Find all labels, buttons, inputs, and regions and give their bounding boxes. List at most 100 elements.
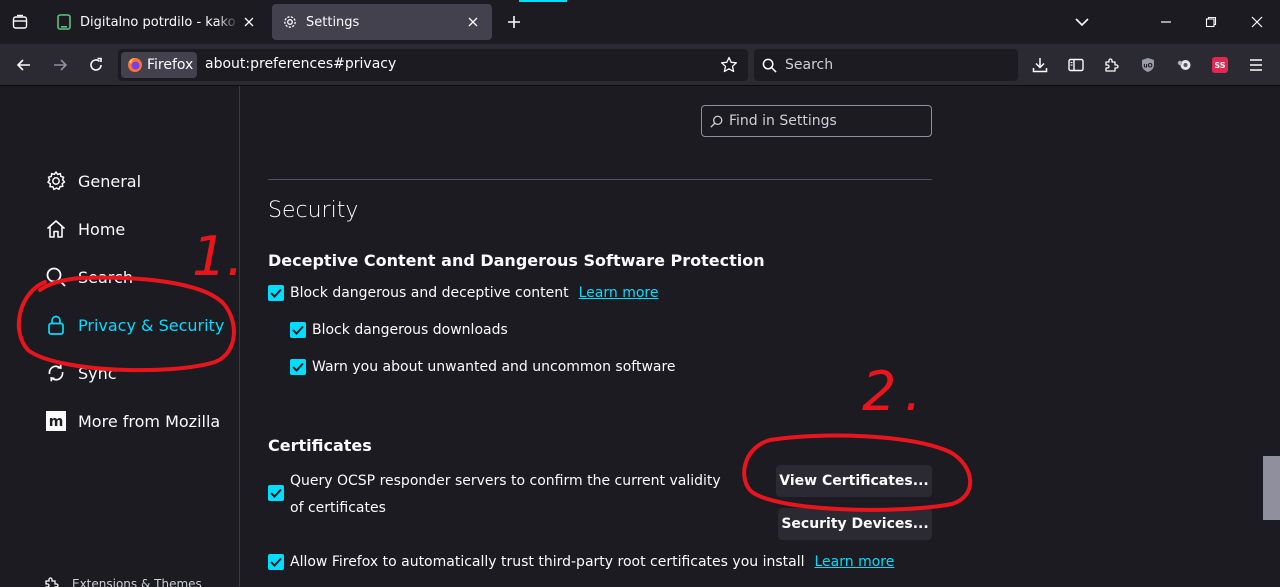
- url-bar[interactable]: Firefox about:preferences#privacy: [118, 49, 748, 81]
- bookmark-star-button[interactable]: [718, 54, 740, 76]
- sidebar-item-general[interactable]: General: [44, 166, 141, 196]
- reload-button[interactable]: [82, 51, 110, 79]
- checkmark-icon: [292, 325, 304, 335]
- checkbox-label[interactable]: Allow Firefox to automatically trust thi…: [290, 554, 805, 570]
- tab-strip: Digitalno potrdilo - kako pravilno Setti…: [0, 0, 1280, 44]
- sidebar-item-label: Extensions & Themes: [72, 577, 202, 587]
- gear-icon: [44, 169, 68, 193]
- search-icon: [762, 58, 777, 73]
- arrow-right-icon: [54, 59, 68, 71]
- sidebar-item-label: Privacy & Security: [78, 315, 225, 335]
- extension-orb-button[interactable]: [1170, 51, 1198, 79]
- sidebar-item-label: Home: [78, 219, 126, 239]
- ocsp-row: Query OCSP responder servers to confirm …: [268, 468, 738, 522]
- ublock-button[interactable]: uO: [1134, 51, 1162, 79]
- close-icon: [1251, 16, 1263, 28]
- checkmark-icon: [270, 488, 282, 498]
- restore-button[interactable]: [1197, 8, 1225, 36]
- back-button[interactable]: [10, 51, 38, 79]
- scrollbar-thumb[interactable]: [1263, 456, 1280, 520]
- checkbox-label[interactable]: Warn you about unwanted and uncommon sof…: [312, 359, 676, 375]
- warn-unwanted-row: Warn you about unwanted and uncommon sof…: [290, 359, 676, 375]
- tab-settings[interactable]: Settings: [272, 4, 492, 40]
- checkbox-label[interactable]: Block dangerous downloads: [312, 322, 508, 338]
- star-icon: [720, 56, 738, 73]
- extensions-button[interactable]: [1098, 51, 1126, 79]
- puzzle-icon: [45, 577, 59, 587]
- deceptive-content-heading: Deceptive Content and Dangerous Software…: [268, 251, 765, 270]
- find-placeholder: Find in Settings: [729, 113, 837, 129]
- tab-title: Settings: [306, 14, 360, 30]
- firefox-view-icon: [12, 14, 28, 29]
- certificates-heading: Certificates: [268, 436, 372, 455]
- page-favicon-icon: [57, 14, 71, 30]
- trust-root-checkbox[interactable]: [268, 554, 284, 570]
- reload-icon: [90, 57, 102, 71]
- security-devices-button[interactable]: Security Devices...: [778, 508, 932, 540]
- block-deceptive-checkbox[interactable]: [268, 285, 284, 301]
- downloads-button[interactable]: [1026, 51, 1054, 79]
- sidebar-item-more-from-mozilla[interactable]: m More from Mozilla: [44, 406, 220, 436]
- identity-label: Firefox: [147, 57, 194, 73]
- sidebar-toggle-button[interactable]: [1062, 51, 1090, 79]
- app-menu-button[interactable]: [1242, 51, 1270, 79]
- tab-close-icon[interactable]: [240, 13, 258, 31]
- new-tab-button[interactable]: [500, 8, 528, 36]
- warn-unwanted-checkbox[interactable]: [290, 359, 306, 375]
- plus-icon: [508, 16, 520, 28]
- checkmark-icon: [270, 288, 282, 298]
- tab-close-icon[interactable]: [464, 13, 482, 31]
- search-placeholder: Search: [785, 57, 834, 73]
- minimize-icon: [1161, 21, 1171, 23]
- ss-extension-button[interactable]: SS: [1206, 51, 1234, 79]
- find-in-settings-input[interactable]: Find in Settings: [701, 105, 932, 137]
- arrow-left-icon: [16, 59, 30, 71]
- sidebar-item-label: General: [78, 171, 142, 191]
- tab-title: Digitalno potrdilo - kako pravilno: [80, 14, 240, 30]
- sidebar-item-search[interactable]: Search: [44, 262, 133, 292]
- chevron-down-icon: [1075, 18, 1089, 27]
- ublock-shield-icon: uO: [1142, 58, 1154, 72]
- settings-page: General Home Search Privacy & Security S…: [0, 86, 1280, 587]
- orb-extension-icon: [1177, 60, 1191, 70]
- url-input[interactable]: about:preferences#privacy: [205, 56, 396, 72]
- sidebar-item-sync[interactable]: Sync: [44, 358, 117, 388]
- sidebar-item-label: More from Mozilla: [78, 411, 221, 431]
- puzzle-icon: [1105, 58, 1119, 72]
- ss-extension-icon: SS: [1212, 57, 1228, 73]
- firefox-logo-icon: [128, 58, 142, 72]
- mozilla-icon: m: [44, 409, 68, 433]
- learn-more-link[interactable]: Learn more: [579, 285, 659, 301]
- svg-text:m: m: [49, 414, 64, 430]
- sidebar-item-extensions-themes[interactable]: Extensions & Themes: [44, 576, 202, 587]
- gear-icon: [284, 16, 296, 28]
- list-all-tabs-button[interactable]: [1068, 8, 1096, 36]
- checkbox-label[interactable]: Query OCSP responder servers to confirm …: [290, 468, 730, 522]
- sidebar-item-home[interactable]: Home: [44, 214, 125, 244]
- sidebar-item-label: Sync: [78, 363, 117, 383]
- sync-icon: [44, 361, 68, 385]
- settings-sidebar: General Home Search Privacy & Security S…: [0, 86, 240, 587]
- search-icon: [44, 265, 68, 289]
- forward-button[interactable]: [46, 51, 74, 79]
- section-divider: [268, 179, 932, 180]
- sidebar-icon: [1068, 58, 1084, 72]
- checkmark-icon: [292, 362, 304, 372]
- search-bar[interactable]: Search: [754, 49, 1018, 81]
- identity-box[interactable]: Firefox: [121, 52, 197, 78]
- sidebar-item-label: Search: [78, 267, 133, 287]
- trust-root-certificates-row: Allow Firefox to automatically trust thi…: [268, 554, 894, 570]
- view-certificates-button[interactable]: View Certificates...: [776, 465, 932, 497]
- block-downloads-checkbox[interactable]: [290, 322, 306, 338]
- svg-text:uO: uO: [1143, 63, 1152, 70]
- sidebar-item-privacy-security[interactable]: Privacy & Security: [44, 310, 224, 340]
- ocsp-checkbox[interactable]: [268, 485, 284, 501]
- firefox-view-button[interactable]: [6, 8, 34, 36]
- learn-more-link[interactable]: Learn more: [815, 554, 895, 570]
- tab-digitalno-potrdilo[interactable]: Digitalno potrdilo - kako pravilno: [46, 4, 268, 40]
- section-title-security: Security: [268, 198, 359, 223]
- minimize-button[interactable]: [1152, 8, 1180, 36]
- close-window-button[interactable]: [1243, 8, 1271, 36]
- checkbox-label[interactable]: Block dangerous and deceptive content: [290, 285, 569, 301]
- download-icon: [1032, 58, 1048, 73]
